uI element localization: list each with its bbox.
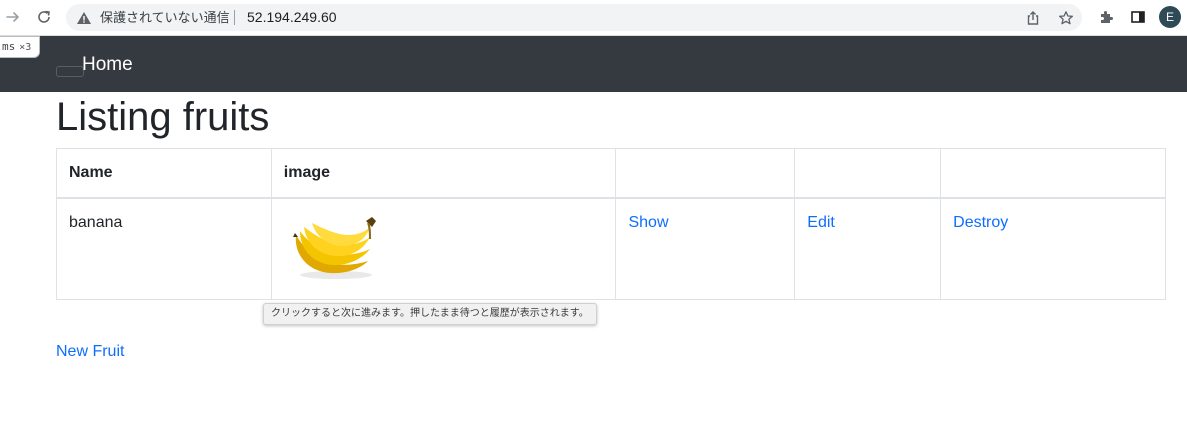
address-bar[interactable]: 保護されていない通信 52.194.249.60 (66, 4, 1082, 31)
navbar-brand-home[interactable]: Home (82, 53, 133, 76)
side-panel-icon[interactable] (1128, 7, 1148, 27)
column-header-image: image (270, 148, 617, 199)
url-text[interactable]: 52.194.249.60 (247, 9, 337, 26)
table-header-row: Name image (56, 148, 1166, 199)
security-status: 保護されていない通信 (100, 10, 230, 25)
browser-toolbar: 保護されていない通信 52.194.249.60 E (0, 0, 1187, 36)
extension-overlay-tag: ms ×3 (0, 36, 41, 58)
destroy-cell: Destroy (940, 197, 1166, 300)
column-header-edit (794, 148, 942, 199)
fruit-name-cell: banana (56, 197, 272, 300)
new-fruit-link[interactable]: New Fruit (56, 342, 124, 362)
extensions-puzzle-icon[interactable] (1096, 7, 1116, 27)
share-icon[interactable] (1024, 9, 1042, 27)
navbar-toggler-button[interactable] (56, 66, 84, 77)
page-title: Listing fruits (56, 95, 270, 139)
fruit-image-cell (270, 197, 617, 300)
edit-link[interactable]: Edit (807, 214, 835, 231)
fruits-table: Name image banana Show Edit Destroy (56, 148, 1166, 300)
omnibox-divider (234, 10, 235, 25)
column-header-show (615, 148, 796, 199)
extension-tag-count: ×3 (19, 42, 32, 53)
table-row: banana Show Edit Destroy (56, 197, 1166, 300)
banana-image (292, 217, 376, 279)
forward-arrow-icon[interactable] (2, 6, 24, 28)
reload-icon[interactable] (33, 6, 55, 28)
site-navbar: Home (0, 36, 1187, 92)
bookmark-star-icon[interactable] (1057, 9, 1075, 27)
destroy-link[interactable]: Destroy (953, 214, 1008, 231)
back-button-tooltip: クリックすると次に進みます。押したまま待つと履歴が表示されます。 (263, 303, 597, 325)
show-cell: Show (615, 197, 796, 300)
profile-avatar[interactable]: E (1159, 6, 1181, 28)
show-link[interactable]: Show (628, 214, 668, 231)
column-header-destroy (940, 148, 1166, 199)
extension-tag-label: ms (2, 40, 16, 53)
edit-cell: Edit (794, 197, 942, 300)
warning-icon[interactable] (76, 10, 92, 26)
column-header-name: Name (56, 148, 272, 199)
